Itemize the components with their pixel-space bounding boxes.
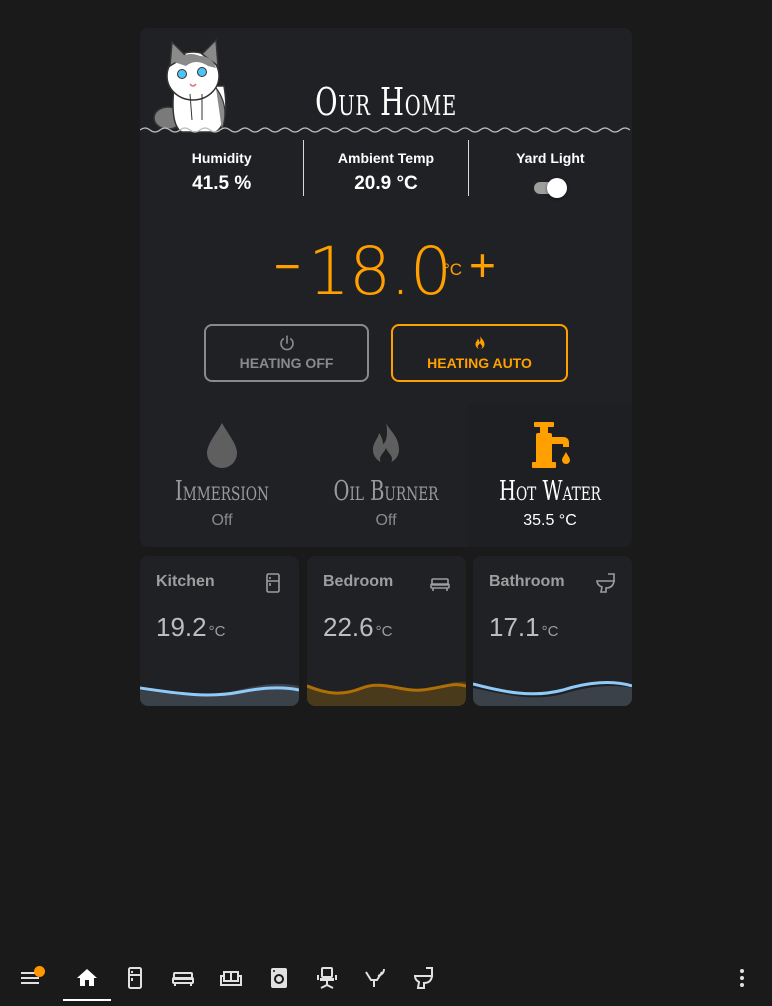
humidity-stat[interactable]: Humidity 41.5 %: [140, 140, 303, 196]
temperature-wave: [140, 683, 299, 706]
increase-temp-button[interactable]: +: [469, 238, 496, 292]
fire-icon: [373, 422, 399, 465]
heating-off-button[interactable]: HEATING OFF: [204, 324, 369, 382]
device-name: Oil Burner: [333, 476, 439, 507]
room-card-bathroom[interactable]: Bathroom 17.1 °C: [473, 556, 632, 706]
room-name: Kitchen: [156, 573, 215, 590]
page-title: Our Home: [315, 80, 457, 124]
home-icon: [77, 969, 97, 986]
notification-badge: [34, 966, 45, 977]
card-header: Our Home: [140, 28, 632, 133]
temperature-wave: [307, 681, 466, 706]
header-wave-divider: [140, 127, 631, 133]
room-name: Bathroom: [489, 573, 565, 590]
shower-icon: [365, 968, 385, 987]
target-temperature: 18.0: [308, 233, 452, 310]
oil-burner-device[interactable]: Oil Burner Off: [304, 404, 468, 547]
ambient-temp-stat[interactable]: Ambient Temp 20.9 °C: [303, 140, 467, 196]
fridge-icon: [266, 573, 280, 593]
bed-icon: [430, 578, 450, 591]
yard-light-toggle[interactable]: [532, 176, 568, 198]
stats-row: Humidity 41.5 % Ambient Temp 20.9 °C Yar…: [140, 140, 632, 198]
stat-value: 41.5 %: [192, 173, 252, 194]
fridge-icon: [128, 967, 142, 989]
nav-shower[interactable]: [363, 966, 387, 990]
room-temperature: 17.1 °C: [489, 612, 559, 642]
device-state: 35.5 °C: [523, 512, 577, 529]
washing-machine-icon: [271, 968, 287, 988]
nav-active-indicator: [63, 999, 111, 1001]
heating-off-label: HEATING OFF: [239, 355, 334, 371]
toilet-icon: [413, 967, 434, 989]
stat-label: Ambient Temp: [337, 150, 435, 166]
stat-label: Yard Light: [516, 150, 585, 166]
immersion-device[interactable]: Immersion Off: [140, 404, 304, 547]
water-drop-icon: [207, 423, 237, 468]
nav-bedroom[interactable]: [171, 966, 195, 990]
toilet-icon: [596, 573, 615, 593]
device-name: Immersion: [175, 476, 269, 507]
devices-row: Immersion Off Oil Burner Off Hot Water 3…: [140, 404, 632, 547]
device-name: Hot Water: [498, 476, 601, 507]
faucet-icon: [532, 422, 570, 468]
temperature-unit: °C: [443, 260, 463, 279]
sofa-icon: [220, 971, 242, 986]
home-card: Our Home Humidity 41.5 % Ambient Temp 20…: [140, 28, 632, 547]
room-name: Bedroom: [323, 573, 394, 590]
nav-bathroom[interactable]: [412, 966, 436, 990]
room-card-kitchen[interactable]: Kitchen 19.2 °C: [140, 556, 299, 706]
yard-light-stat: Yard Light: [467, 140, 632, 198]
stat-value: 20.9 °C: [354, 173, 418, 194]
temperature-wave: [473, 681, 632, 706]
overflow-menu-button[interactable]: [730, 966, 754, 990]
nav-kitchen[interactable]: [123, 966, 147, 990]
device-state: Off: [375, 512, 397, 529]
room-temperature: 19.2 °C: [156, 612, 226, 642]
bed-icon: [172, 972, 194, 986]
flame-icon: [475, 335, 484, 349]
thermostat: − 18.0 °C +: [140, 233, 632, 313]
toggle-knob: [547, 178, 568, 198]
more-vertical-icon: [740, 969, 744, 987]
nav-office[interactable]: [315, 966, 339, 990]
office-chair-icon: [317, 967, 337, 989]
room-card-bedroom[interactable]: Bedroom 22.6 °C: [307, 556, 466, 706]
nav-living-room[interactable]: [219, 966, 243, 990]
decrease-temp-button[interactable]: −: [274, 239, 301, 293]
heating-auto-label: HEATING AUTO: [427, 355, 532, 371]
room-temperature: 22.6 °C: [323, 612, 393, 642]
nav-home[interactable]: [75, 966, 99, 990]
heating-auto-button[interactable]: HEATING AUTO: [391, 324, 568, 382]
power-icon: [279, 335, 294, 351]
hot-water-device[interactable]: Hot Water 35.5 °C: [468, 404, 632, 547]
nav-laundry[interactable]: [267, 966, 291, 990]
stat-label: Humidity: [191, 150, 252, 166]
device-state: Off: [211, 512, 233, 529]
